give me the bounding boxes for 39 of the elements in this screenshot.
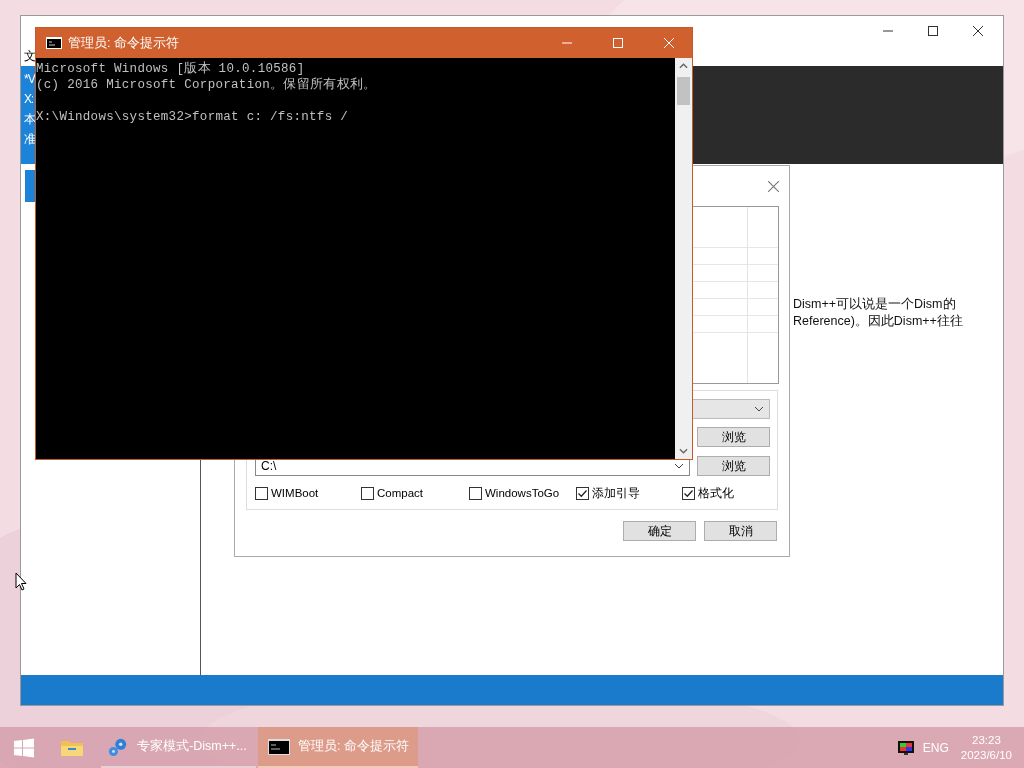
scroll-down-icon[interactable] bbox=[679, 448, 688, 454]
nav-text: X: bbox=[24, 92, 34, 106]
checkbox[interactable] bbox=[682, 486, 695, 500]
scrollbar[interactable] bbox=[675, 58, 692, 459]
checkbox[interactable] bbox=[576, 486, 589, 500]
maximize-icon[interactable] bbox=[928, 26, 938, 36]
checkbox-label: Compact bbox=[377, 487, 424, 499]
cancel-button[interactable]: 取消 bbox=[704, 521, 777, 541]
browse-button[interactable]: 浏览 bbox=[697, 456, 770, 476]
checkbox[interactable] bbox=[361, 486, 374, 500]
checkbox-label: WIMBoot bbox=[271, 487, 319, 499]
checkbox-label: WindowsToGo bbox=[485, 487, 560, 499]
chevron-icon bbox=[754, 406, 764, 412]
nav-text: *V bbox=[24, 72, 35, 86]
console-line: Microsoft Windows [版本 10.0.10586] bbox=[36, 61, 306, 77]
console-prompt: X:\Windows\system32>format c: /fs:ntfs / bbox=[36, 109, 350, 125]
close-icon[interactable] bbox=[973, 26, 983, 36]
console-icon bbox=[46, 37, 62, 49]
description-text: Reference)。因此Dism++往往 bbox=[793, 313, 964, 330]
nav-text: 本 bbox=[24, 112, 35, 126]
window-title: 管理员: 命令提示符 bbox=[68, 34, 179, 52]
console-line: (c) 2016 Microsoft Corporation。保留所有权利。 bbox=[36, 77, 378, 93]
menu-item[interactable]: 文 bbox=[24, 49, 36, 63]
nav-text: 准 bbox=[24, 132, 35, 146]
browse-button[interactable]: 浏览 bbox=[697, 427, 770, 447]
checkbox[interactable] bbox=[469, 486, 482, 500]
clock-date: 2023/6/10 bbox=[960, 747, 1012, 763]
checkbox[interactable] bbox=[255, 486, 268, 500]
gears-icon bbox=[107, 736, 129, 757]
ok-button[interactable]: 确定 bbox=[623, 521, 696, 541]
display-icon[interactable] bbox=[897, 739, 914, 756]
scroll-up-icon[interactable] bbox=[679, 63, 688, 69]
chevron-icon bbox=[674, 463, 684, 469]
scroll-thumb[interactable] bbox=[677, 77, 690, 105]
checkbox-label: 添加引导 bbox=[592, 485, 640, 501]
description-text: Dism++可以说是一个Dism的 bbox=[793, 296, 957, 313]
console-icon bbox=[268, 736, 290, 757]
clock-time: 23:23 bbox=[972, 732, 1001, 748]
checkbox-label: 格式化 bbox=[698, 485, 734, 501]
